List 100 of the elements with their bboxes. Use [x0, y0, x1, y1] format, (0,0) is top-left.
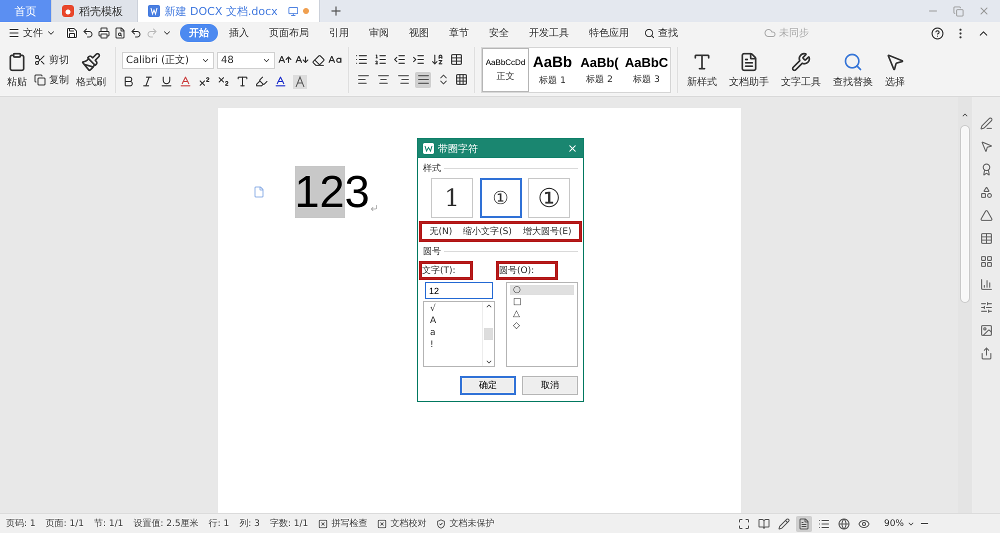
status-item[interactable]: 设置值: 2.5厘米: [133, 517, 199, 530]
style-option[interactable]: 1: [431, 178, 473, 218]
ribbon-button[interactable]: 文字工具: [778, 47, 824, 93]
list-item[interactable]: △: [510, 309, 574, 319]
table-icon[interactable]: [450, 52, 463, 66]
share-icon[interactable]: [980, 347, 992, 360]
badge-icon[interactable]: [980, 163, 992, 176]
status-item[interactable]: 行: 1: [208, 517, 230, 530]
pointer-icon[interactable]: [980, 140, 992, 153]
status-item[interactable]: 文档未保护: [436, 517, 494, 530]
list-item[interactable]: √: [427, 304, 479, 314]
scroll-up-icon[interactable]: [961, 111, 969, 119]
style-option[interactable]: ①: [528, 178, 570, 218]
text-list[interactable]: √ A a !: [423, 301, 495, 367]
align-icon: [396, 73, 410, 86]
close-icon[interactable]: [567, 143, 578, 154]
list-item[interactable]: !: [427, 340, 479, 350]
view-button[interactable]: [776, 516, 792, 532]
triangle-icon[interactable]: [980, 209, 992, 222]
scroll-down-icon[interactable]: [484, 358, 492, 366]
menu-tab[interactable]: 引用: [320, 24, 358, 42]
ribbon-button[interactable]: 查找替换: [830, 47, 876, 93]
zoom-select[interactable]: 90%: [884, 518, 915, 528]
menu-tab[interactable]: 页面布局: [260, 24, 318, 42]
list-item[interactable]: □: [510, 297, 574, 307]
style-item[interactable]: AaBbCcDd 正文: [482, 48, 529, 92]
print-icon[interactable]: [98, 27, 110, 39]
scroll-thumb[interactable]: [484, 328, 493, 340]
menu-tab[interactable]: 特色应用: [580, 24, 638, 42]
dialog-button[interactable]: 取消: [522, 376, 578, 395]
status-item[interactable]: 字数: 1/1: [270, 517, 308, 530]
eraser-icon[interactable]: [312, 54, 325, 66]
sort-icon[interactable]: [431, 52, 444, 66]
indent-icon[interactable]: [412, 52, 425, 66]
format-painter-button[interactable]: 格式刷: [73, 52, 109, 88]
justify-button[interactable]: [415, 72, 431, 88]
copy-button[interactable]: 复制: [34, 73, 69, 87]
preview-icon[interactable]: [114, 27, 126, 39]
menu-tab[interactable]: 视图: [400, 24, 438, 42]
list-item[interactable]: a: [427, 328, 479, 338]
file-menu[interactable]: 文件: [8, 26, 56, 40]
dialog-button[interactable]: 确定: [460, 376, 516, 395]
outdent-icon[interactable]: [393, 52, 406, 66]
ribbon-button[interactable]: 文档助手: [726, 47, 772, 93]
search-button[interactable]: 查找: [644, 26, 678, 40]
view-button[interactable]: [796, 516, 812, 532]
chart-icon[interactable]: [980, 278, 992, 291]
superscript-icon[interactable]: [198, 75, 211, 88]
undo-icon[interactable]: [130, 27, 142, 39]
enclosure-list[interactable]: ○ □ △ ◇: [506, 282, 578, 367]
style-item[interactable]: AaBb 标题 1: [529, 48, 576, 92]
status-item[interactable]: 页面: 1/1: [46, 517, 84, 530]
save-icon[interactable]: [66, 27, 78, 39]
bold-icon[interactable]: [122, 75, 135, 88]
font-size-select[interactable]: 48: [217, 52, 275, 68]
scroll-up-icon[interactable]: [484, 302, 492, 310]
section-label: 圆号: [423, 245, 578, 258]
fullscreen-icon: [738, 518, 750, 530]
tab[interactable]: 新建 DOCX 文档.docx: [138, 0, 320, 22]
underline-icon[interactable]: [160, 75, 173, 88]
menu-tab[interactable]: 审阅: [360, 24, 398, 42]
image-icon[interactable]: [980, 324, 992, 337]
menu-tab[interactable]: 开发工具: [520, 24, 578, 42]
list-item[interactable]: A: [427, 316, 479, 326]
numbering-icon[interactable]: [374, 52, 387, 66]
style-item[interactable]: AaBb( 标题 2: [576, 48, 623, 92]
status-item[interactable]: 拼写检查: [318, 517, 368, 530]
status-item[interactable]: 文档校对: [377, 517, 426, 530]
paste-button[interactable]: 粘贴: [4, 52, 30, 88]
pen-icon[interactable]: [980, 117, 992, 130]
cut-button[interactable]: 剪切: [34, 53, 69, 67]
list-item[interactable]: ○: [510, 285, 574, 295]
text-effect-icon[interactable]: [236, 75, 249, 88]
menu-tab[interactable]: 安全: [480, 24, 518, 42]
grid-icon[interactable]: [980, 255, 992, 268]
style-option[interactable]: ①: [480, 178, 522, 218]
italic-icon[interactable]: [141, 75, 154, 88]
menu-tab[interactable]: 插入: [220, 24, 258, 42]
bullets-icon[interactable]: [355, 52, 368, 66]
status-item[interactable]: 列: 3: [239, 517, 260, 530]
char-shading-icon[interactable]: [293, 74, 307, 88]
help-icon[interactable]: [931, 26, 944, 40]
scroll-thumb[interactable]: [960, 125, 970, 303]
sliders-icon[interactable]: [980, 301, 992, 314]
style-item[interactable]: AaBbC 标题 3: [623, 48, 670, 92]
tab[interactable]: 稻壳模板: [52, 0, 138, 22]
highlight-icon[interactable]: [255, 75, 268, 88]
font-select[interactable]: Calibri (正文): [122, 52, 214, 68]
ribbon-button[interactable]: 选择: [882, 47, 908, 93]
list-item[interactable]: ◇: [510, 321, 574, 331]
ribbon-button[interactable]: 新样式: [684, 47, 720, 93]
status-item[interactable]: 节: 1/1: [94, 517, 124, 530]
menu-tab[interactable]: 章节: [440, 24, 478, 42]
borders-icon[interactable]: [455, 73, 468, 86]
shapes-icon[interactable]: [980, 186, 992, 199]
view-button[interactable]: [836, 516, 852, 532]
subscript-icon[interactable]: [217, 75, 230, 88]
font-color-icon[interactable]: [274, 75, 287, 88]
status-item[interactable]: 页码: 1: [6, 517, 36, 530]
text-input-field[interactable]: 12: [425, 282, 493, 299]
